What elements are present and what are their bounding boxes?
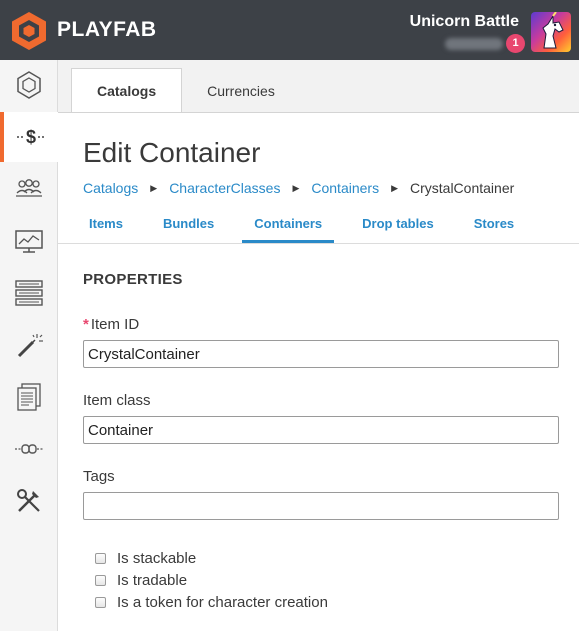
nav-item-documents[interactable] bbox=[0, 372, 58, 422]
playfab-logo-icon[interactable] bbox=[10, 11, 48, 51]
character-token-label: Is a token for character creation bbox=[117, 594, 328, 611]
left-nav: $ bbox=[0, 60, 58, 631]
breadcrumb: Catalogs ▶ CharacterClasses ▶ Containers… bbox=[83, 180, 514, 196]
character-token-checkbox[interactable] bbox=[95, 597, 106, 608]
page-title: Edit Container bbox=[83, 137, 261, 168]
subtab-stores[interactable]: Stores bbox=[462, 205, 526, 243]
breadcrumb-catalogs[interactable]: Catalogs bbox=[83, 180, 138, 196]
nav-item-dashboard[interactable] bbox=[0, 60, 58, 110]
nav-item-settings[interactable] bbox=[0, 476, 58, 526]
chevron-right-icon: ▶ bbox=[391, 182, 398, 193]
checkbox-row-stackable[interactable]: Is stackable bbox=[95, 550, 196, 567]
top-tabs: Catalogs Currencies bbox=[71, 68, 300, 113]
server-stack-icon bbox=[15, 280, 43, 306]
tab-catalogs[interactable]: Catalogs bbox=[71, 68, 183, 113]
players-icon bbox=[16, 179, 42, 197]
tradable-checkbox[interactable] bbox=[95, 575, 106, 586]
item-class-input[interactable] bbox=[83, 416, 559, 444]
tags-input[interactable] bbox=[83, 492, 559, 520]
checkbox-row-tradable[interactable]: Is tradable bbox=[95, 572, 187, 589]
stackable-checkbox[interactable] bbox=[95, 553, 106, 564]
item-id-label: * Item ID bbox=[83, 316, 139, 333]
subtab-containers[interactable]: Containers bbox=[242, 205, 335, 243]
subtab-drop-tables[interactable]: Drop tables bbox=[350, 205, 446, 243]
game-avatar[interactable] bbox=[531, 12, 571, 52]
chevron-right-icon: ▶ bbox=[292, 182, 300, 193]
tradable-label: Is tradable bbox=[117, 572, 188, 589]
item-id-label-text: Item ID bbox=[90, 316, 140, 333]
breadcrumb-characterclasses[interactable]: CharacterClasses bbox=[169, 180, 280, 196]
user-name-obscured[interactable] bbox=[445, 38, 503, 50]
tags-label: Tags bbox=[83, 468, 115, 485]
main-content: Catalogs Currencies Edit Container Catal… bbox=[58, 60, 579, 631]
section-title: PROPERTIES bbox=[83, 271, 183, 288]
hexagon-icon bbox=[17, 71, 41, 99]
nav-item-automation[interactable] bbox=[0, 320, 58, 370]
nav-item-economy[interactable]: $ bbox=[0, 112, 58, 162]
content-panel: Edit Container Catalogs ▶ CharacterClass… bbox=[58, 112, 579, 631]
item-class-label: Item class bbox=[83, 392, 151, 409]
automation-wand-icon bbox=[17, 334, 43, 358]
sub-tabs: Items Bundles Containers Drop tables Sto… bbox=[77, 205, 542, 243]
required-marker: * bbox=[83, 316, 89, 333]
stackable-label: Is stackable bbox=[117, 550, 197, 567]
subtab-bundles[interactable]: Bundles bbox=[151, 205, 226, 243]
checkbox-row-character-token[interactable]: Is a token for character creation bbox=[95, 594, 328, 611]
breadcrumb-current: CrystalContainer bbox=[410, 180, 515, 196]
top-bar: PLAYFAB Unicorn Battle 1 bbox=[0, 0, 579, 60]
dollar-icon: $ bbox=[17, 127, 45, 147]
addons-icon bbox=[15, 444, 43, 454]
tab-currencies[interactable]: Currencies bbox=[182, 68, 300, 113]
divider bbox=[58, 243, 579, 244]
breadcrumb-containers[interactable]: Containers bbox=[311, 180, 379, 196]
nav-item-addons[interactable] bbox=[0, 424, 58, 474]
nav-item-content[interactable] bbox=[0, 268, 58, 318]
documents-icon bbox=[17, 383, 41, 411]
notification-badge[interactable]: 1 bbox=[506, 34, 525, 53]
nav-item-analytics[interactable] bbox=[0, 216, 58, 266]
analytics-monitor-icon bbox=[15, 230, 43, 253]
svg-text:$: $ bbox=[26, 127, 36, 147]
tools-icon bbox=[17, 489, 40, 512]
brand-name[interactable]: PLAYFAB bbox=[57, 18, 157, 42]
nav-item-players[interactable] bbox=[0, 164, 58, 214]
game-title[interactable]: Unicorn Battle bbox=[410, 13, 519, 31]
subtab-items[interactable]: Items bbox=[77, 205, 135, 243]
item-id-input[interactable] bbox=[83, 340, 559, 368]
chevron-right-icon: ▶ bbox=[150, 182, 158, 193]
unicorn-icon bbox=[542, 12, 564, 49]
